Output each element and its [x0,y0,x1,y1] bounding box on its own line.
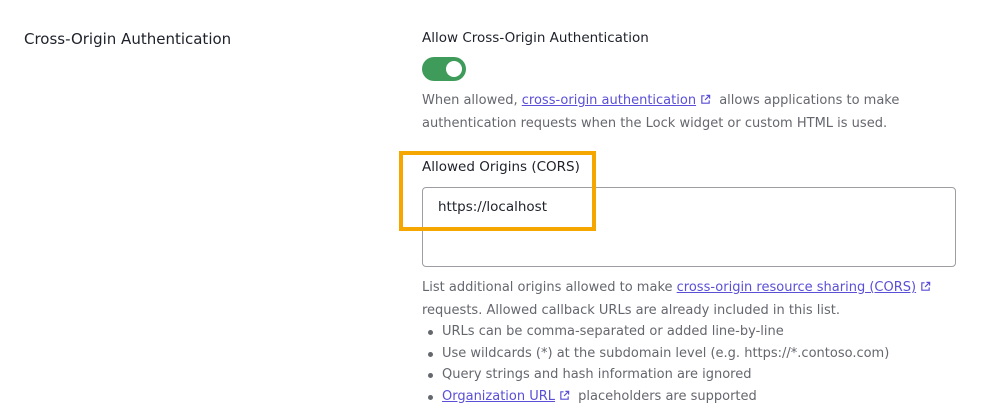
bullet-item: URLs can be comma-separated or added lin… [428,321,962,343]
allowed-origins-input[interactable] [422,187,956,267]
external-link-icon [559,387,570,409]
allowed-origins-label: Allowed Origins (CORS) [422,159,580,175]
allowed-origins-bullets: URLs can be comma-separated or added lin… [422,321,962,408]
allowed-origins-help-suffix: requests. Allowed callback URLs are alre… [422,302,840,318]
bullet-item: Use wildcards (*) at the subdomain level… [428,343,962,365]
cors-link[interactable]: cross-origin resource sharing (CORS) [677,280,916,295]
toggle-knob [446,61,462,77]
allowed-origins-help-text: List additional origins allowed to make … [422,277,962,321]
allowed-origins-help-prefix: List additional origins allowed to make [422,280,677,295]
allow-cors-help: When allowed, cross-origin authenticatio… [422,90,942,134]
cross-origin-authentication-link[interactable]: cross-origin authentication [522,93,696,108]
allow-cors-toggle[interactable] [422,57,466,81]
allowed-origins-help: List additional origins allowed to make … [422,277,962,408]
section-title: Cross-Origin Authentication [24,30,232,48]
bullet-suffix: placeholders are supported [574,388,757,404]
external-link-icon [920,278,931,300]
bullet-item: Query strings and hash information are i… [428,364,962,386]
organization-url-link[interactable]: Organization URL [442,389,555,404]
bullet-item: Organization URL placeholders are suppor… [428,386,962,409]
allow-cors-label: Allow Cross-Origin Authentication [422,30,649,46]
external-link-icon [700,91,711,113]
allow-cors-help-prefix: When allowed, [422,93,522,108]
